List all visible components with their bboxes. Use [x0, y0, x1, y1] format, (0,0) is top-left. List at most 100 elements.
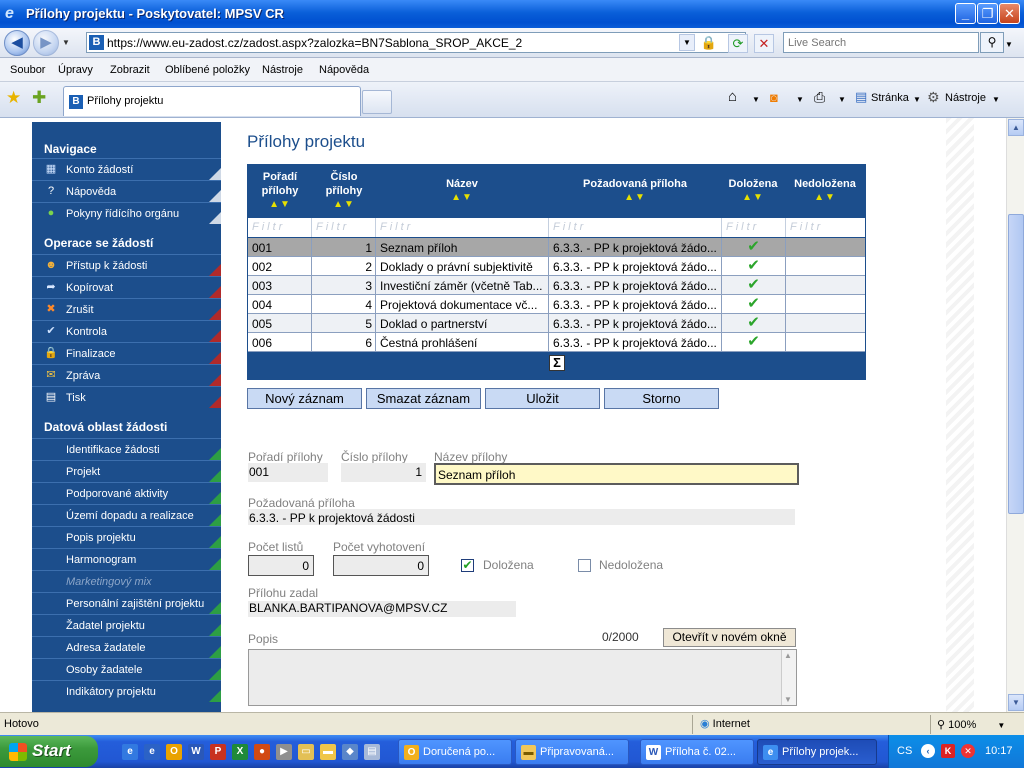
page-menu-button[interactable]: Stránka — [871, 92, 909, 104]
print-dropdown-icon[interactable]: ▼ — [838, 95, 846, 104]
search-options-dropdown-icon[interactable]: ▼ — [1005, 40, 1013, 49]
zoom-level[interactable]: ⚲ 100% ▼ — [937, 718, 1005, 731]
feed-dropdown-icon[interactable]: ▼ — [796, 95, 804, 104]
sidebar-item-popis-projektu[interactable]: Popis projektu — [32, 526, 221, 548]
filter-nedolozena[interactable]: Filtr — [786, 218, 865, 237]
filter-nazev[interactable]: Filtr — [376, 218, 549, 237]
maximize-button[interactable]: ❐ — [977, 3, 998, 24]
search-box[interactable] — [783, 32, 979, 53]
scroll-down-icon[interactable]: ▼ — [784, 695, 792, 704]
sort-arrows-icon[interactable]: ▲▼ — [377, 191, 547, 205]
sort-arrows-icon[interactable]: ▲▼ — [313, 198, 375, 212]
open-in-new-window-button[interactable]: Otevřít v novém okně — [663, 628, 796, 647]
scroll-down-icon[interactable]: ▼ — [1008, 694, 1024, 711]
menu-tools[interactable]: Nástroje — [262, 64, 303, 76]
column-header-dolozena[interactable]: Doložena ▲▼ — [723, 177, 783, 205]
table-row[interactable]: 001 1 Seznam příloh 6.3.3. - PP k projek… — [248, 238, 865, 257]
page-scrollbar[interactable]: ▲ ▼ — [1006, 118, 1024, 712]
stop-button[interactable]: ✕ — [754, 34, 774, 53]
task-outlook[interactable]: O Doručená po... — [398, 739, 512, 765]
search-icon[interactable]: ⚲ — [980, 32, 1004, 53]
sidebar-item-kopirovat[interactable]: ➦ Kopírovat — [32, 276, 221, 298]
add-favorite-icon[interactable]: ✚ — [32, 88, 46, 108]
rss-feed-icon[interactable]: ◙ — [770, 90, 778, 105]
menu-help[interactable]: Nápověda — [319, 64, 369, 76]
column-header-poradi[interactable]: Pořadí přílohy ▲▼ — [251, 170, 309, 212]
sidebar-item-pokyny[interactable]: ● Pokyny řídícího orgánu — [32, 202, 221, 224]
sidebar-item-osoby-zadatele[interactable]: Osoby žadatele — [32, 658, 221, 680]
tools-dropdown-icon[interactable]: ▼ — [992, 95, 1000, 104]
home-dropdown-icon[interactable]: ▼ — [752, 95, 760, 104]
sidebar-item-projekt[interactable]: Projekt — [32, 460, 221, 482]
filter-cislo[interactable]: Filtr — [312, 218, 376, 237]
tab-prilohy-projektu[interactable]: B Přílohy projektu — [63, 86, 361, 116]
quicklaunch-powerpoint-icon[interactable]: P — [210, 744, 226, 760]
sidebar-item-podporovane-aktivity[interactable]: Podporované aktivity — [32, 482, 221, 504]
sidebar-item-zprava[interactable]: ✉ Zpráva — [32, 364, 221, 386]
quicklaunch-word-icon[interactable]: W — [188, 744, 204, 760]
quicklaunch-desktop-icon[interactable]: ▭ — [298, 744, 314, 760]
table-row[interactable]: 006 6 Čestná prohlášení 6.3.3. - PP k pr… — [248, 333, 865, 352]
table-row[interactable]: 003 3 Investiční záměr (včetně Tab... 6.… — [248, 276, 865, 295]
menu-favorites[interactable]: Oblíbené položky — [165, 64, 250, 76]
sidebar-item-kontrola[interactable]: ✔ Kontrola — [32, 320, 221, 342]
column-header-nedolozena[interactable]: Nedoložena ▲▼ — [787, 177, 863, 205]
security-zone[interactable]: ◉ Internet — [700, 717, 750, 730]
sidebar-item-pristup[interactable]: ☻ Přístup k žádosti — [32, 254, 221, 276]
url-dropdown-icon[interactable]: ▼ — [679, 34, 695, 51]
clock[interactable]: 10:17 — [985, 745, 1013, 757]
table-row[interactable]: 002 2 Doklady o právní subjektivitě 6.3.… — [248, 257, 865, 276]
sidebar-item-personalni-zajisteni[interactable]: Personální zajištění projektu — [32, 592, 221, 614]
quicklaunch-ie-icon[interactable]: e — [122, 744, 138, 760]
window-titlebar[interactable]: e Přílohy projektu - Poskytovatel: MPSV … — [0, 0, 1024, 28]
close-window-button[interactable]: ✕ — [999, 3, 1020, 24]
sidebar-item-identifikace[interactable]: Identifikace žádosti — [32, 438, 221, 460]
column-header-pozadovana[interactable]: Požadovaná příloha ▲▼ — [549, 177, 721, 205]
cancel-button[interactable]: Storno — [604, 388, 719, 409]
quicklaunch-outlook-icon[interactable]: O — [166, 744, 182, 760]
sidebar-item-harmonogram[interactable]: Harmonogram — [32, 548, 221, 570]
sidebar-item-uzemi-dopadu[interactable]: Území dopadu a realizace — [32, 504, 221, 526]
sidebar-item-adresa-zadatele[interactable]: Adresa žadatele — [32, 636, 221, 658]
sidebar-item-indikatory-projektu[interactable]: Indikátory projektu — [32, 680, 221, 702]
sidebar-item-finalizace[interactable]: 🔒 Finalizace — [32, 342, 221, 364]
quicklaunch-app2-icon[interactable]: ◆ — [342, 744, 358, 760]
new-tab-button[interactable] — [362, 90, 392, 114]
tray-expand-icon[interactable]: ‹ — [921, 744, 935, 758]
dolozena-checkbox[interactable]: ✔ — [461, 559, 474, 572]
textarea-scrollbar[interactable]: ▲ ▼ — [781, 650, 796, 705]
delete-record-button[interactable]: Smazat záznam — [366, 388, 481, 409]
table-row[interactable]: 004 4 Projektová dokumentace vč... 6.3.3… — [248, 295, 865, 314]
url-text[interactable]: https://www.eu-zadost.cz/zadost.aspx?zal… — [107, 36, 522, 50]
page-dropdown-icon[interactable]: ▼ — [913, 95, 921, 104]
sort-arrows-icon[interactable]: ▲▼ — [723, 191, 783, 205]
task-word[interactable]: W Příloha č. 02... — [640, 739, 754, 765]
language-indicator[interactable]: CS — [897, 745, 912, 757]
quicklaunch-app-icon[interactable]: ● — [254, 744, 270, 760]
task-ie-prilohy[interactable]: e Přílohy projek... — [757, 739, 877, 765]
network-icon[interactable]: ✕ — [961, 744, 975, 758]
quicklaunch-folder-icon[interactable]: ▬ — [320, 744, 336, 760]
sidebar-item-zrusit[interactable]: ✖ Zrušit — [32, 298, 221, 320]
sort-arrows-icon[interactable]: ▲▼ — [787, 191, 863, 205]
start-button[interactable]: Start — [0, 736, 98, 767]
tools-menu-button[interactable]: Nástroje — [945, 92, 986, 104]
filter-dolozena[interactable]: Filtr — [722, 218, 786, 237]
refresh-button[interactable]: ⟳ — [728, 34, 748, 53]
sidebar-item-napoveda[interactable]: ? Nápověda — [32, 180, 221, 202]
antivirus-icon[interactable]: K — [941, 744, 955, 758]
menu-edit[interactable]: Úpravy — [58, 64, 93, 76]
column-header-cislo[interactable]: Číslo přílohy ▲▼ — [313, 170, 375, 212]
filter-poradi[interactable]: Filtr — [248, 218, 312, 237]
sum-sigma-icon[interactable]: Σ — [549, 355, 565, 371]
zoom-dropdown-icon[interactable]: ▼ — [997, 721, 1005, 730]
task-folder[interactable]: ▬ Připravovaná... — [515, 739, 629, 765]
quicklaunch-media-icon[interactable]: ▶ — [276, 744, 292, 760]
minimize-button[interactable]: _ — [955, 3, 976, 24]
quicklaunch-excel-icon[interactable]: X — [232, 744, 248, 760]
back-button[interactable]: ◀ — [4, 30, 30, 56]
sort-arrows-icon[interactable]: ▲▼ — [549, 191, 721, 205]
pocet-listu-input[interactable]: 0 — [248, 555, 314, 576]
scroll-up-icon[interactable]: ▲ — [1008, 119, 1024, 136]
menu-view[interactable]: Zobrazit — [110, 64, 150, 76]
